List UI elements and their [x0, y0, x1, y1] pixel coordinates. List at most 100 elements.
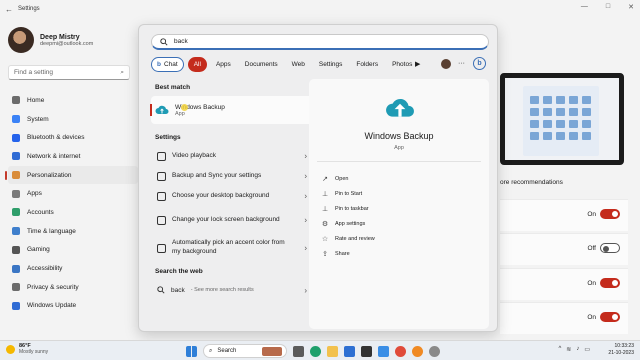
bing-icon[interactable]: b [473, 56, 486, 71]
settings-result-item[interactable]: Video playback › [151, 146, 317, 166]
firefox-icon[interactable] [412, 345, 423, 357]
mail-icon[interactable] [378, 345, 389, 357]
web-query: back [171, 286, 185, 294]
minimize-icon[interactable]: — [581, 3, 588, 11]
results-list: Best match Windows Backup App Settings V… [150, 80, 317, 300]
search-box[interactable]: back [151, 34, 489, 50]
sidebar-item[interactable]: Privacy & security [8, 278, 138, 297]
chip-folders[interactable]: Folders [351, 57, 383, 72]
setting-toggle-row: On [500, 268, 628, 300]
detail-action-label: App settings [335, 220, 366, 227]
more-options-icon[interactable]: ··· [458, 56, 465, 71]
sidebar-item[interactable]: Windows Update [8, 297, 138, 316]
settings-app-icon[interactable] [429, 345, 440, 357]
toggle-switch[interactable] [600, 278, 620, 288]
detail-action-label: Pin to taskbar [335, 205, 369, 212]
back-arrow-icon[interactable]: ← [0, 5, 18, 14]
toggle-state-label: On [587, 314, 596, 321]
profile-name: Deep Mistry [40, 33, 80, 41]
toggle-state-label: On [587, 211, 596, 218]
detail-action-item[interactable]: ⚙ App settings [321, 216, 375, 231]
find-setting-input[interactable]: Find a setting ⌕ [8, 65, 130, 80]
chip-settings[interactable]: Settings [314, 57, 348, 72]
sidebar-item[interactable]: Time & language [8, 222, 138, 241]
weather-widget[interactable]: 86°F Mostly sunny [6, 343, 48, 355]
account-avatar-icon[interactable] [441, 56, 451, 71]
toggle-switch[interactable] [600, 209, 620, 219]
volume-icon[interactable]: ♪ [576, 346, 579, 353]
sidebar-item[interactable]: Accounts [8, 203, 138, 222]
close-icon[interactable]: ✕ [628, 3, 634, 11]
settings-result-item[interactable]: Backup and Sync your settings › [151, 166, 317, 186]
taskbar: 86°F Mostly sunny ⌕ Search ^ ≋ ♪ ▭ 10:33… [0, 340, 640, 360]
mouse-cursor-icon [181, 104, 188, 111]
terminal-icon[interactable] [361, 345, 372, 357]
sidebar-item[interactable]: Home [8, 91, 138, 110]
sidebar-item[interactable]: Personalization [5, 165, 138, 185]
sidebar-item[interactable]: Apps [8, 184, 138, 203]
detail-action-label: Share [335, 250, 350, 257]
sidebar-item[interactable]: Gaming [8, 241, 138, 260]
sidebar-item-label: Bluetooth & devices [27, 134, 85, 142]
settings-results: Video playback › Backup and Sync your sett… [151, 146, 317, 262]
chevron-right-icon: › [304, 191, 307, 201]
detail-action-item[interactable]: ☆ Rate and review [321, 231, 375, 246]
taskbar-search[interactable]: ⌕ Search [203, 344, 287, 358]
open-icon: ↗ [322, 175, 328, 183]
wifi-icon[interactable]: ≋ [566, 346, 571, 353]
sidebar-item[interactable]: Network & internet [8, 147, 138, 166]
chevron-right-icon: › [304, 285, 307, 295]
toggle-switch[interactable] [600, 312, 620, 322]
web-search-item[interactable]: back - See more search results › [151, 280, 317, 300]
task-view-icon[interactable] [293, 345, 304, 357]
home-icon [12, 96, 20, 105]
sun-icon [6, 344, 15, 354]
detail-action-item[interactable]: ↗ Open [321, 171, 375, 186]
settings-result-item[interactable]: Change your lock screen background › [151, 206, 317, 234]
chip-all[interactable]: All [187, 56, 207, 72]
network-icon [12, 152, 20, 161]
chip-web[interactable]: Web [287, 57, 310, 72]
detail-title: Windows Backup [364, 131, 434, 141]
windows-start-icon[interactable] [186, 345, 197, 357]
setting-toggle-row: On [500, 199, 628, 231]
settings-result-item[interactable]: Choose your desktop background › [151, 186, 317, 206]
edge-icon[interactable] [310, 345, 321, 357]
detail-action-item[interactable]: ⊥ Pin to taskbar [321, 201, 375, 216]
preview-tiles [530, 96, 591, 140]
gear-icon: ⚙ [321, 220, 329, 228]
settings-result-item[interactable]: Automatically pick an accent color from … [151, 234, 317, 262]
chip-chat[interactable]: b Chat [151, 56, 184, 72]
chevron-right-icon: › [304, 243, 307, 253]
sidebar-item[interactable]: Accessibility [8, 259, 138, 278]
chevron-up-icon[interactable]: ^ [558, 346, 561, 353]
detail-action-item[interactable]: ⊥ Pin to Start [321, 186, 375, 201]
detail-action-label: Rate and review [335, 235, 375, 242]
detail-action-label: Open [335, 175, 349, 182]
best-match-item[interactable]: Windows Backup App [150, 96, 317, 124]
sidebar-item-label: Personalization [27, 171, 72, 179]
sidebar-item-label: Time & language [27, 227, 76, 235]
detail-action-item[interactable]: ⇪ Share [321, 246, 375, 261]
chip-apps[interactable]: Apps [211, 57, 236, 72]
chips-scroll-right-icon[interactable]: ▶ [415, 56, 420, 71]
time-icon [12, 227, 20, 236]
sidebar-item[interactable]: System [8, 110, 138, 129]
taskbar-search-label: Search [217, 348, 237, 354]
window-controls: — □ ✕ [581, 3, 634, 11]
title-bar: ← Settings — □ ✕ [0, 0, 640, 18]
chrome-icon[interactable] [395, 345, 406, 357]
maximize-icon[interactable]: □ [606, 3, 610, 11]
battery-icon[interactable]: ▭ [584, 346, 590, 353]
profile[interactable]: Deep Mistry deepmi@outlook.com [8, 27, 93, 53]
sidebar-item[interactable]: Bluetooth & devices [8, 128, 138, 147]
share-icon: ⇪ [322, 250, 328, 258]
file-explorer-icon[interactable] [327, 345, 338, 357]
clock[interactable]: 10:33:23 21-10-2023 [608, 343, 634, 357]
chip-documents[interactable]: Documents [240, 57, 283, 72]
sidebar-item-label: Gaming [27, 246, 50, 254]
store-icon[interactable] [344, 345, 355, 357]
sidebar-item-label: Accounts [27, 208, 54, 216]
chip-photos[interactable]: Photos [387, 57, 413, 72]
toggle-switch[interactable] [600, 243, 620, 253]
